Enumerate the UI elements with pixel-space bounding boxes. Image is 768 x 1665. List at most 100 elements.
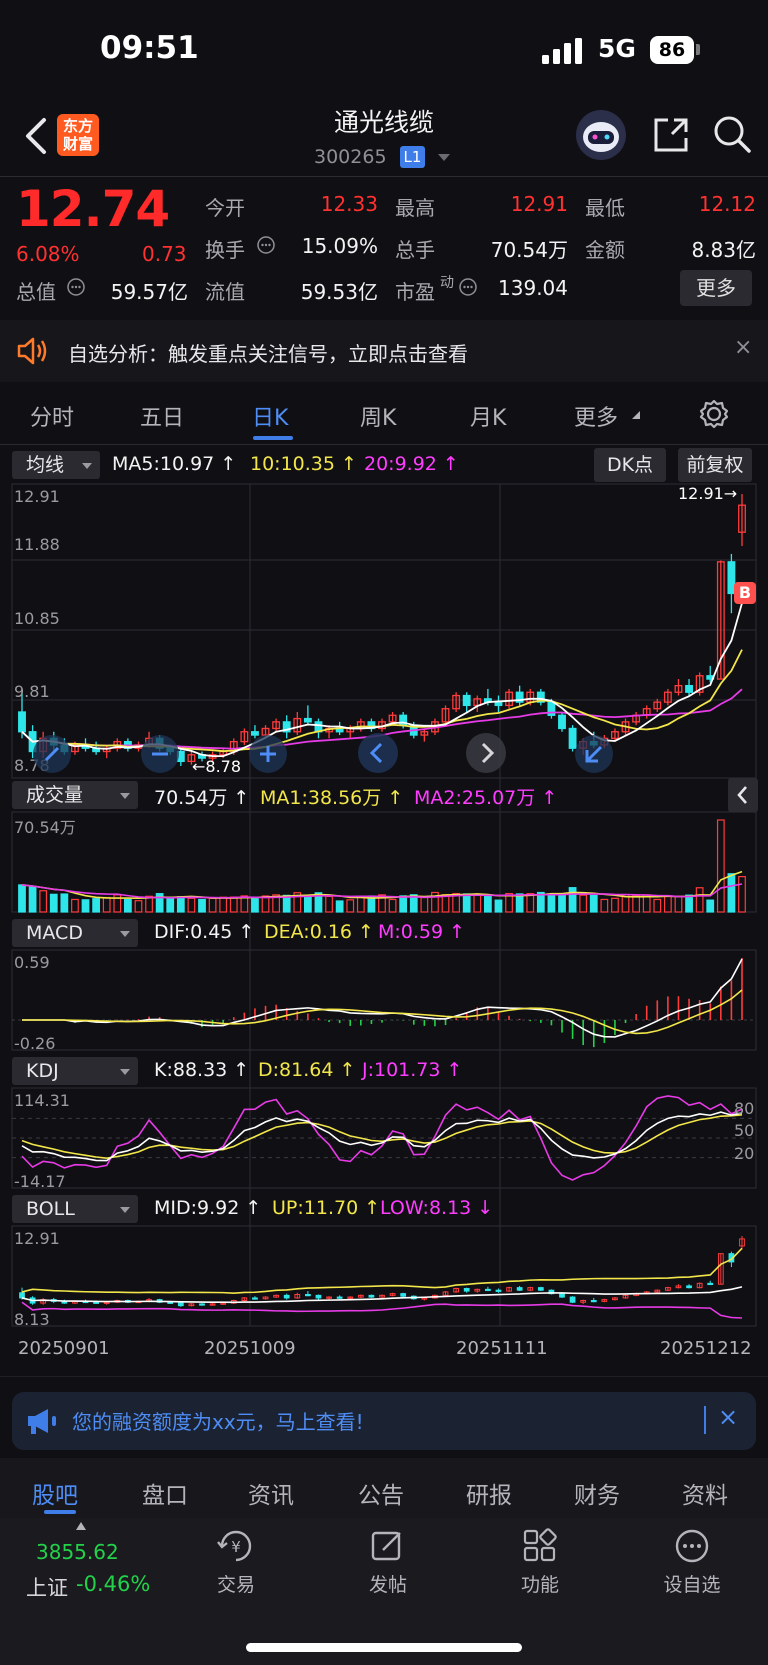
index-value[interactable]: 3855.62: [36, 1540, 119, 1564]
boll-candle-body: [305, 1293, 311, 1297]
active-tab-indicator: [253, 436, 293, 440]
ma-select[interactable]: 均线: [12, 451, 100, 479]
macd-dif: DIF:0.45 ↑: [154, 921, 255, 943]
robot-assistant-icon[interactable]: [576, 110, 626, 160]
info-icon[interactable]: [256, 235, 276, 255]
kdj-k: K:88.33 ↑: [154, 1059, 250, 1081]
volume-bar: [462, 893, 471, 913]
volume-bar: [198, 898, 206, 913]
panel-border: [11, 949, 757, 1051]
boll-select[interactable]: BOLL: [12, 1195, 138, 1223]
collapse-panel-icon[interactable]: [728, 778, 758, 812]
volume-bar: [494, 899, 503, 913]
pe-value: 139.04: [498, 276, 568, 300]
volume-select[interactable]: 成交量: [12, 781, 138, 809]
share-icon[interactable]: [652, 116, 690, 154]
volume-bar: [49, 893, 58, 913]
tab-announcements[interactable]: 公告: [358, 1476, 404, 1510]
gear-icon[interactable]: [698, 398, 730, 430]
boll-candle-body: [707, 1282, 714, 1286]
function-grid-icon[interactable]: [522, 1528, 558, 1564]
volume-bar: [685, 894, 693, 913]
kdj-y-top: 114.31: [14, 1091, 70, 1110]
post-icon[interactable]: [370, 1528, 406, 1564]
tab-more[interactable]: 更多: [574, 400, 618, 432]
low-label: 最低: [585, 196, 625, 220]
trade-icon[interactable]: ¥: [216, 1528, 256, 1564]
info-icon[interactable]: [66, 277, 86, 297]
volume-bar: [335, 900, 344, 913]
tab-five-day[interactable]: 五日: [140, 400, 184, 432]
expand-icon[interactable]: [574, 734, 614, 774]
level-badge[interactable]: L1: [400, 146, 425, 168]
index-name[interactable]: 上证: [26, 1572, 68, 1602]
tab-daily-k[interactable]: 日K: [252, 400, 288, 432]
candle-body: [558, 714, 566, 730]
index-change[interactable]: -0.46%: [76, 1572, 150, 1596]
post-label[interactable]: 发帖: [348, 1570, 428, 1597]
zoom-in-icon[interactable]: [248, 734, 288, 774]
adjust-button[interactable]: 前复权: [678, 448, 752, 482]
add-watchlist-icon[interactable]: [674, 1528, 710, 1564]
low-marker: ←8.78: [192, 757, 242, 776]
status-time: 09:51: [100, 30, 199, 66]
alert-close-button[interactable]: ×: [734, 335, 752, 360]
candle-body: [303, 717, 312, 723]
tab-monthly-k[interactable]: 月K: [470, 400, 506, 432]
volume-bar: [441, 894, 450, 913]
volume-bar: [674, 895, 683, 913]
volume-value: 70.54万 ↑: [154, 787, 250, 809]
buy-marker[interactable]: B: [734, 582, 756, 604]
macd-dea: DEA:0.16 ↑: [264, 921, 374, 943]
kdj-level-label: 80: [734, 1099, 755, 1118]
boll-candle-body: [485, 1288, 491, 1292]
caret-up-icon: [76, 1522, 86, 1530]
boll-candle-body: [569, 1296, 576, 1303]
function-label[interactable]: 功能: [500, 1570, 580, 1597]
kdj-select[interactable]: KDJ: [12, 1057, 138, 1085]
tab-pankou[interactable]: 盘口: [142, 1476, 188, 1510]
volume-bar: [727, 873, 736, 913]
chevron-left-icon[interactable]: [356, 731, 400, 775]
stock-code: 300265: [314, 146, 387, 168]
zoom-out-icon[interactable]: [140, 734, 180, 774]
promo-text[interactable]: 您的融资额度为xx元，马上查看!: [72, 1406, 364, 1435]
macd-panel: [12, 958, 756, 1048]
promo-close-button[interactable]: ×: [718, 1403, 738, 1431]
volume-bar: [356, 896, 365, 913]
volume-bar: [229, 896, 238, 913]
volume-bar: [187, 897, 196, 913]
macd-select[interactable]: MACD: [12, 919, 138, 947]
more-button[interactable]: 更多: [680, 270, 752, 306]
search-icon[interactable]: [712, 114, 752, 154]
home-indicator: [246, 1643, 522, 1652]
info-icon[interactable]: [458, 277, 478, 297]
tab-research[interactable]: 研报: [466, 1476, 512, 1510]
volume-bar: [166, 896, 175, 913]
tab-news[interactable]: 资讯: [248, 1476, 294, 1510]
trade-label[interactable]: 交易: [196, 1570, 276, 1597]
high-value: 12.91: [510, 192, 568, 216]
amount-value: 8.83亿: [691, 238, 756, 262]
boll-candle-body: [315, 1294, 322, 1299]
kdj-j: J:101.73 ↑: [362, 1059, 463, 1081]
speaker-icon: [17, 337, 47, 365]
chevron-right-icon[interactable]: [464, 731, 508, 775]
boll-candle-body: [495, 1289, 502, 1292]
tab-finance[interactable]: 财务: [574, 1476, 620, 1510]
tab-weekly-k[interactable]: 周K: [360, 400, 396, 432]
tab-guba[interactable]: 股吧: [32, 1476, 78, 1510]
volume-bar: [589, 894, 598, 913]
chevron-down-icon[interactable]: [438, 154, 450, 161]
volume-bar: [81, 899, 90, 913]
tab-profile[interactable]: 资料: [682, 1476, 728, 1510]
volume-bar: [579, 894, 588, 913]
dk-point-button[interactable]: DK点: [594, 448, 666, 482]
volume-bar: [346, 899, 355, 913]
tab-intraday[interactable]: 分时: [30, 400, 74, 432]
volume-bar: [420, 896, 429, 913]
volume-ma2: MA2:25.07万 ↑: [414, 787, 558, 809]
reset-icon[interactable]: [32, 734, 72, 774]
alert-text[interactable]: 自选分析：触发重点关注信号，立即点击查看: [68, 338, 468, 367]
add-watchlist-label[interactable]: 设自选: [652, 1570, 732, 1597]
